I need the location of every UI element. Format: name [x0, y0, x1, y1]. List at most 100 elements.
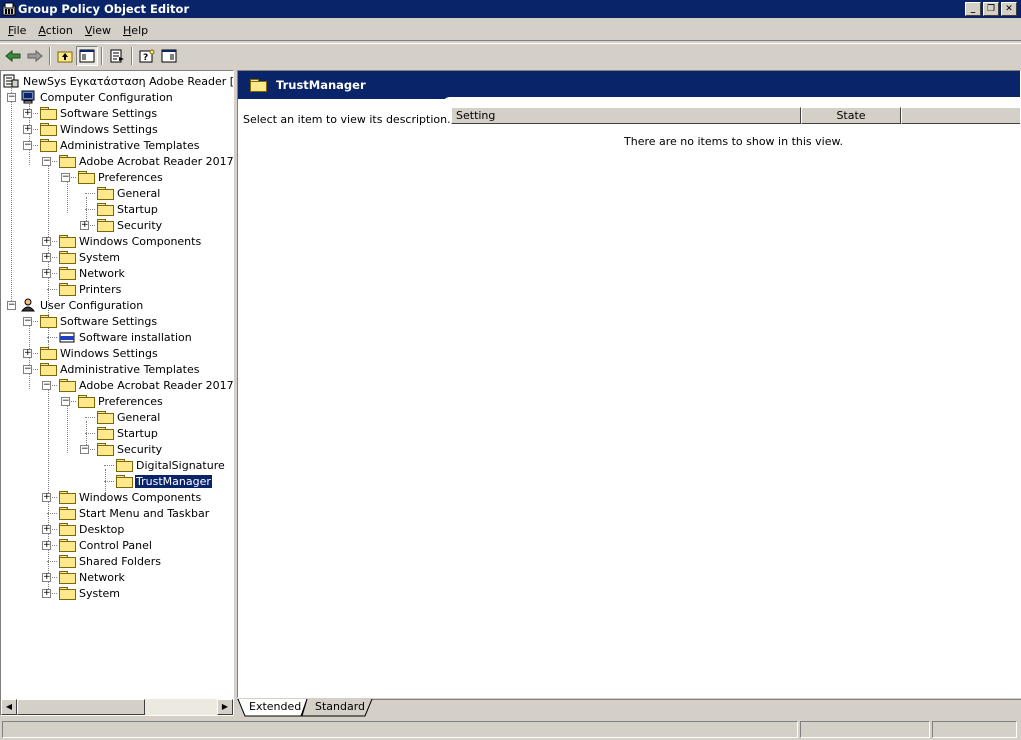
tree-node-startup[interactable]: Startup: [97, 201, 159, 217]
menu-action[interactable]: Action: [32, 24, 78, 37]
tree-node-network[interactable]: Network: [59, 569, 126, 585]
expand-icon[interactable]: +: [23, 349, 32, 358]
tree-node-system[interactable]: System: [59, 585, 121, 601]
tree-node-general[interactable]: General: [97, 409, 161, 425]
tree-node-trustmanager[interactable]: TrustManager: [116, 473, 213, 489]
expand-icon[interactable]: +: [23, 125, 32, 134]
minimize-button[interactable]: _: [965, 2, 981, 16]
restore-button[interactable]: ❐: [983, 2, 999, 16]
tree-node-control-panel[interactable]: Control Panel: [59, 537, 153, 553]
user-icon: [20, 298, 36, 312]
tree-horizontal-scrollbar[interactable]: ◀ ▶: [1, 699, 233, 715]
tree-node-software-installation[interactable]: Software installation: [59, 329, 193, 345]
tree-node-newsys-adobe-reader-atlas[interactable]: NewSys Εγκατάσταση Adobe Reader [atlas.: [3, 73, 234, 89]
tree-node-shared-folders[interactable]: Shared Folders: [59, 553, 162, 569]
expand-icon[interactable]: +: [42, 269, 51, 278]
expand-icon[interactable]: +: [42, 573, 51, 582]
menu-help[interactable]: Help: [117, 24, 154, 37]
tab-standard[interactable]: Standard: [305, 699, 375, 716]
tree-node-software-settings[interactable]: Software Settings: [40, 313, 158, 329]
column-header-setting[interactable]: Setting: [451, 107, 801, 124]
back-button[interactable]: [2, 46, 24, 66]
expand-icon[interactable]: +: [42, 525, 51, 534]
tree-node-windows-components[interactable]: Windows Components: [59, 489, 202, 505]
scroll-right-button[interactable]: ▶: [217, 699, 233, 715]
expand-icon[interactable]: +: [42, 237, 51, 246]
show-hide-action-pane-button[interactable]: [158, 46, 180, 66]
tab-extended[interactable]: Extended: [239, 699, 311, 716]
computer-icon: [21, 90, 35, 104]
collapse-icon[interactable]: −: [23, 141, 32, 150]
collapse-icon[interactable]: −: [42, 381, 51, 390]
menu-view[interactable]: View: [79, 24, 117, 37]
collapse-icon[interactable]: −: [61, 397, 70, 406]
tree-node-label: Administrative Templates: [60, 138, 200, 152]
expand-icon[interactable]: +: [42, 541, 51, 550]
console-tree-icon: [79, 49, 95, 62]
tree-node-start-menu-and-taskbar[interactable]: Start Menu and Taskbar: [59, 505, 210, 521]
list-column-headers: Setting State: [451, 107, 1020, 124]
column-header-state[interactable]: State: [801, 107, 901, 124]
export-list-button[interactable]: [106, 46, 128, 66]
folder-icon: [40, 123, 57, 136]
tree-node-windows-components[interactable]: Windows Components: [59, 233, 202, 249]
status-bar: [0, 719, 1021, 740]
show-hide-tree-button[interactable]: [76, 45, 98, 66]
up-one-level-button[interactable]: [54, 46, 76, 66]
tree-node-general[interactable]: General: [97, 185, 161, 201]
tree-node-adobe-acrobat-reader-2017[interactable]: Adobe Acrobat Reader 2017: [59, 153, 233, 169]
tree-node-windows-settings[interactable]: Windows Settings: [40, 345, 159, 361]
tree-node-label: General: [117, 410, 161, 424]
tree-node-user-configuration[interactable]: User Configuration: [20, 297, 144, 313]
expand-icon[interactable]: +: [42, 589, 51, 598]
open-folder-icon: [78, 171, 95, 184]
tree-node-administrative-templates[interactable]: Administrative Templates: [40, 361, 201, 377]
tree-node-label: System: [79, 586, 121, 600]
expand-icon[interactable]: +: [42, 493, 51, 502]
collapse-icon[interactable]: −: [23, 317, 32, 326]
up-folder-icon: [57, 51, 73, 62]
collapse-icon[interactable]: −: [7, 93, 16, 102]
tree-node-preferences[interactable]: Preferences: [78, 393, 164, 409]
tree-node-startup[interactable]: Startup: [97, 425, 159, 441]
tree-node-digitalsignature[interactable]: DigitalSignature: [116, 457, 226, 473]
details-header: TrustManager: [238, 71, 1020, 99]
collapse-icon[interactable]: −: [61, 173, 70, 182]
tree-node-network[interactable]: Network: [59, 265, 126, 281]
tree-node-windows-settings[interactable]: Windows Settings: [40, 121, 159, 137]
forward-button[interactable]: [24, 46, 46, 66]
tree-node-label: NewSys Εγκατάσταση Adobe Reader [atlas.: [23, 74, 234, 88]
expand-icon[interactable]: +: [80, 221, 89, 230]
svg-text:?: ?: [143, 53, 148, 63]
folder-icon: [59, 491, 76, 504]
tree-node-software-settings[interactable]: Software Settings: [40, 105, 158, 121]
collapse-icon[interactable]: −: [42, 157, 51, 166]
scroll-left-button[interactable]: ◀: [1, 699, 17, 715]
tree-node-preferences[interactable]: Preferences: [78, 169, 164, 185]
tree-node-adobe-acrobat-reader-2017[interactable]: Adobe Acrobat Reader 2017: [59, 377, 233, 393]
help-button[interactable]: ?: [136, 46, 158, 66]
expand-icon[interactable]: +: [23, 109, 32, 118]
tree-node-label: General: [117, 186, 161, 200]
collapse-icon[interactable]: −: [23, 365, 32, 374]
scroll-thumb[interactable]: [17, 699, 145, 715]
toolbar: ?: [0, 43, 1021, 67]
tree-node-security[interactable]: Security: [97, 441, 163, 457]
folder-icon: [97, 427, 114, 440]
tree-node-printers[interactable]: Printers: [59, 281, 122, 297]
tree-node-desktop[interactable]: Desktop: [59, 521, 125, 537]
close-button[interactable]: ✕: [1001, 2, 1017, 16]
collapse-icon[interactable]: −: [7, 301, 16, 310]
empty-list-message: There are no items to show in this view.: [624, 135, 843, 148]
expand-icon[interactable]: +: [42, 253, 51, 262]
collapse-icon[interactable]: −: [80, 445, 89, 454]
tree-node-label: Desktop: [79, 522, 125, 536]
menu-file[interactable]: File: [2, 24, 32, 37]
folder-icon: [97, 203, 114, 216]
tree-node-system[interactable]: System: [59, 249, 121, 265]
tree-node-label: Startup: [117, 426, 158, 440]
tree-node-computer-configuration[interactable]: Computer Configuration: [20, 89, 174, 105]
tree-node-administrative-templates[interactable]: Administrative Templates: [40, 137, 201, 153]
tree-node-label: Shared Folders: [79, 554, 161, 568]
tree-node-security[interactable]: Security: [97, 217, 163, 233]
